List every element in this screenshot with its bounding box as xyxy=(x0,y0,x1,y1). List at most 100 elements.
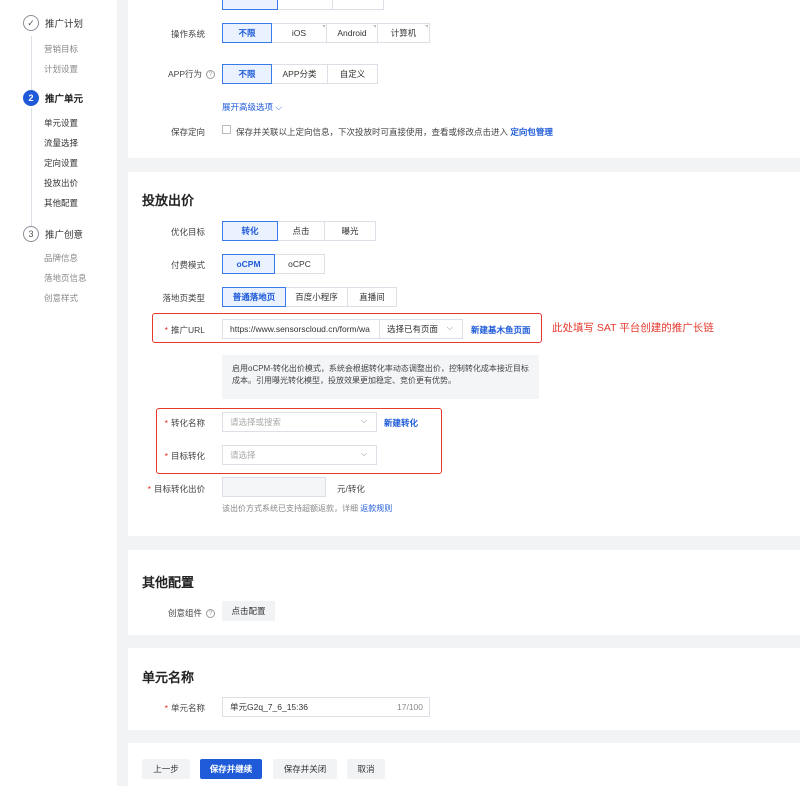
required-icon: * xyxy=(164,418,168,428)
step-sidebar: ✓ 推广计划 营销目标 计划设置 2 推广单元 单元设置 流量选择 定向设置 投… xyxy=(0,0,117,786)
other-config-card xyxy=(128,550,800,635)
conv-name-label-text: 转化名称 xyxy=(170,418,205,428)
target-conv-label: * 目标转化 xyxy=(130,450,205,462)
goal-option-click[interactable]: 点击 xyxy=(277,221,325,241)
os-option-android[interactable]: Android xyxy=(326,23,378,43)
new-page-link[interactable]: 新建基木鱼页面 xyxy=(471,324,531,336)
save-targeting-desc: 保存并关联以上定向信息，下次投放时可直接使用，查看或修改点击进入 定向包管理 xyxy=(236,126,553,138)
step-unit[interactable]: 2 推广单元 xyxy=(23,90,83,106)
os-option-unlimited[interactable]: 不限 xyxy=(222,23,272,43)
url-page-select-text: 选择已有页面 xyxy=(387,324,439,334)
target-conv-label-text: 目标转化 xyxy=(170,451,205,461)
new-conversion-link[interactable]: 新建转化 xyxy=(384,417,418,429)
sidebar-item-traffic[interactable]: 流量选择 xyxy=(44,137,78,149)
refund-rule-link[interactable]: 返款规则 xyxy=(360,504,392,513)
landing-option-miniprogram[interactable]: 百度小程序 xyxy=(285,287,348,307)
sidebar-item-other[interactable]: 其他配置 xyxy=(44,197,78,209)
unit-name-input[interactable]: 单元G2q_7_6_15:36 17/100 xyxy=(222,697,430,717)
target-bid-input[interactable] xyxy=(222,477,326,497)
goal-option-exposure[interactable]: 曝光 xyxy=(324,221,376,241)
url-label: * 推广URL xyxy=(130,324,205,336)
os-option-computer[interactable]: 计算机 xyxy=(377,23,430,43)
configure-button[interactable]: 点击配置 xyxy=(222,601,275,621)
other-config-title: 其他配置 xyxy=(142,575,195,590)
target-bid-unit: 元/转化 xyxy=(337,484,365,494)
sidebar-item-landing[interactable]: 落地页信息 xyxy=(44,272,87,284)
bid-hint: 该出价方式系统已支持超额返款，详细 返款规则 xyxy=(222,503,392,514)
landing-type-label: 落地页类型 xyxy=(162,293,205,303)
save-targeting-checkbox[interactable] xyxy=(222,125,231,134)
option-button[interactable] xyxy=(277,0,333,10)
app-behavior-text: APP行为 xyxy=(167,69,202,79)
target-conv-placeholder: 请选择 xyxy=(230,450,256,460)
landing-option-live[interactable]: 直播间 xyxy=(347,287,397,307)
sidebar-item-creative-style[interactable]: 创意样式 xyxy=(44,292,78,304)
unit-name-title: 单元名称 xyxy=(142,670,195,685)
app-option-custom[interactable]: 自定义 xyxy=(327,64,378,84)
unit-name-label: * 单元名称 xyxy=(130,702,205,714)
info-box: 启用oCPM-转化出价模式，系统会根据转化率动态调整出价，控制转化成本接近目标成… xyxy=(222,355,539,399)
sidebar-item-marketing-goal[interactable]: 营销目标 xyxy=(44,43,78,55)
sidebar-item-plan-settings[interactable]: 计划设置 xyxy=(44,63,78,75)
char-counter: 17/100 xyxy=(397,702,423,712)
step-plan[interactable]: ✓ 推广计划 xyxy=(23,15,83,31)
os-option-ios[interactable]: iOS xyxy=(271,23,327,43)
help-icon[interactable]: ? xyxy=(206,609,215,618)
url-input[interactable]: https://www.sensorscloud.cn/form/wa xyxy=(222,319,380,339)
option-button[interactable] xyxy=(332,0,384,10)
sidebar-item-bidding[interactable]: 投放出价 xyxy=(44,177,78,189)
required-icon: * xyxy=(164,451,168,461)
step-number: 3 xyxy=(23,226,39,242)
save-continue-button[interactable]: 保存并继续 xyxy=(200,759,262,779)
step-title: 推广计划 xyxy=(45,19,84,30)
unit-name-value: 单元G2q_7_6_15:36 xyxy=(230,702,308,712)
url-page-select[interactable]: 选择已有页面 ⌵ xyxy=(379,319,463,339)
expand-advanced-link[interactable]: 展开高级选项 ⌵ xyxy=(222,101,282,113)
step-number: 2 xyxy=(23,90,39,106)
option-button[interactable] xyxy=(222,0,278,10)
app-option-unlimited[interactable]: 不限 xyxy=(222,64,272,84)
target-conv-select[interactable]: 请选择 ⌵ xyxy=(222,445,377,465)
required-icon: * xyxy=(164,325,168,335)
sidebar-item-targeting[interactable]: 定向设置 xyxy=(44,157,78,169)
url-label-text: 推广URL xyxy=(170,325,205,335)
conv-name-label: * 转化名称 xyxy=(130,417,205,429)
step-connector xyxy=(31,108,32,226)
pay-option-ocpc[interactable]: oCPC xyxy=(274,254,325,274)
sidebar-item-unit-settings[interactable]: 单元设置 xyxy=(44,117,78,129)
conv-name-placeholder: 请选择或搜索 xyxy=(230,417,282,427)
step-title: 推广创意 xyxy=(45,230,84,241)
chevron-down-icon: ⌵ xyxy=(360,416,367,425)
step-title: 推广单元 xyxy=(45,94,84,105)
sidebar-item-brand[interactable]: 品牌信息 xyxy=(44,252,78,264)
app-option-category[interactable]: APP分类 xyxy=(271,64,328,84)
creative-component-text: 创意组件 xyxy=(167,608,202,618)
unit-name-label-text: 单元名称 xyxy=(170,703,205,713)
chevron-down-icon: ⌵ xyxy=(275,102,282,112)
help-icon[interactable]: ? xyxy=(206,70,215,79)
step-creative[interactable]: 3 推广创意 xyxy=(23,226,83,242)
targeting-pack-link[interactable]: 定向包管理 xyxy=(510,127,553,137)
bid-hint-text: 该出价方式系统已支持超额返款，详细 xyxy=(222,504,358,513)
bidding-title: 投放出价 xyxy=(142,193,195,208)
goal-label: 优化目标 xyxy=(170,227,205,237)
prev-button[interactable]: 上一步 xyxy=(142,759,190,779)
annotation-text: 此处填写 SAT 平台创建的推广长链 xyxy=(552,322,714,334)
goal-option-conversion[interactable]: 转化 xyxy=(222,221,278,241)
os-label: 操作系统 xyxy=(170,29,205,39)
conv-name-select[interactable]: 请选择或搜索 ⌵ xyxy=(222,412,377,432)
pay-option-ocpm[interactable]: oCPM xyxy=(222,254,275,274)
chevron-down-icon: ⌵ xyxy=(360,449,367,458)
pay-mode-label: 付费模式 xyxy=(170,260,205,270)
save-close-button[interactable]: 保存并关闭 xyxy=(273,759,337,779)
chevron-down-icon: ⌵ xyxy=(446,323,453,332)
required-icon: * xyxy=(147,484,151,494)
landing-option-normal[interactable]: 普通落地页 xyxy=(222,287,286,307)
creative-component-label: 创意组件? xyxy=(130,607,215,619)
app-behavior-label: APP行为? xyxy=(130,68,215,80)
save-targeting-text: 保存并关联以上定向信息，下次投放时可直接使用，查看或修改点击进入 xyxy=(236,127,509,137)
check-icon: ✓ xyxy=(23,15,39,31)
save-targeting-label: 保存定向 xyxy=(170,127,205,137)
required-icon: * xyxy=(164,703,168,713)
cancel-button[interactable]: 取消 xyxy=(347,759,385,779)
